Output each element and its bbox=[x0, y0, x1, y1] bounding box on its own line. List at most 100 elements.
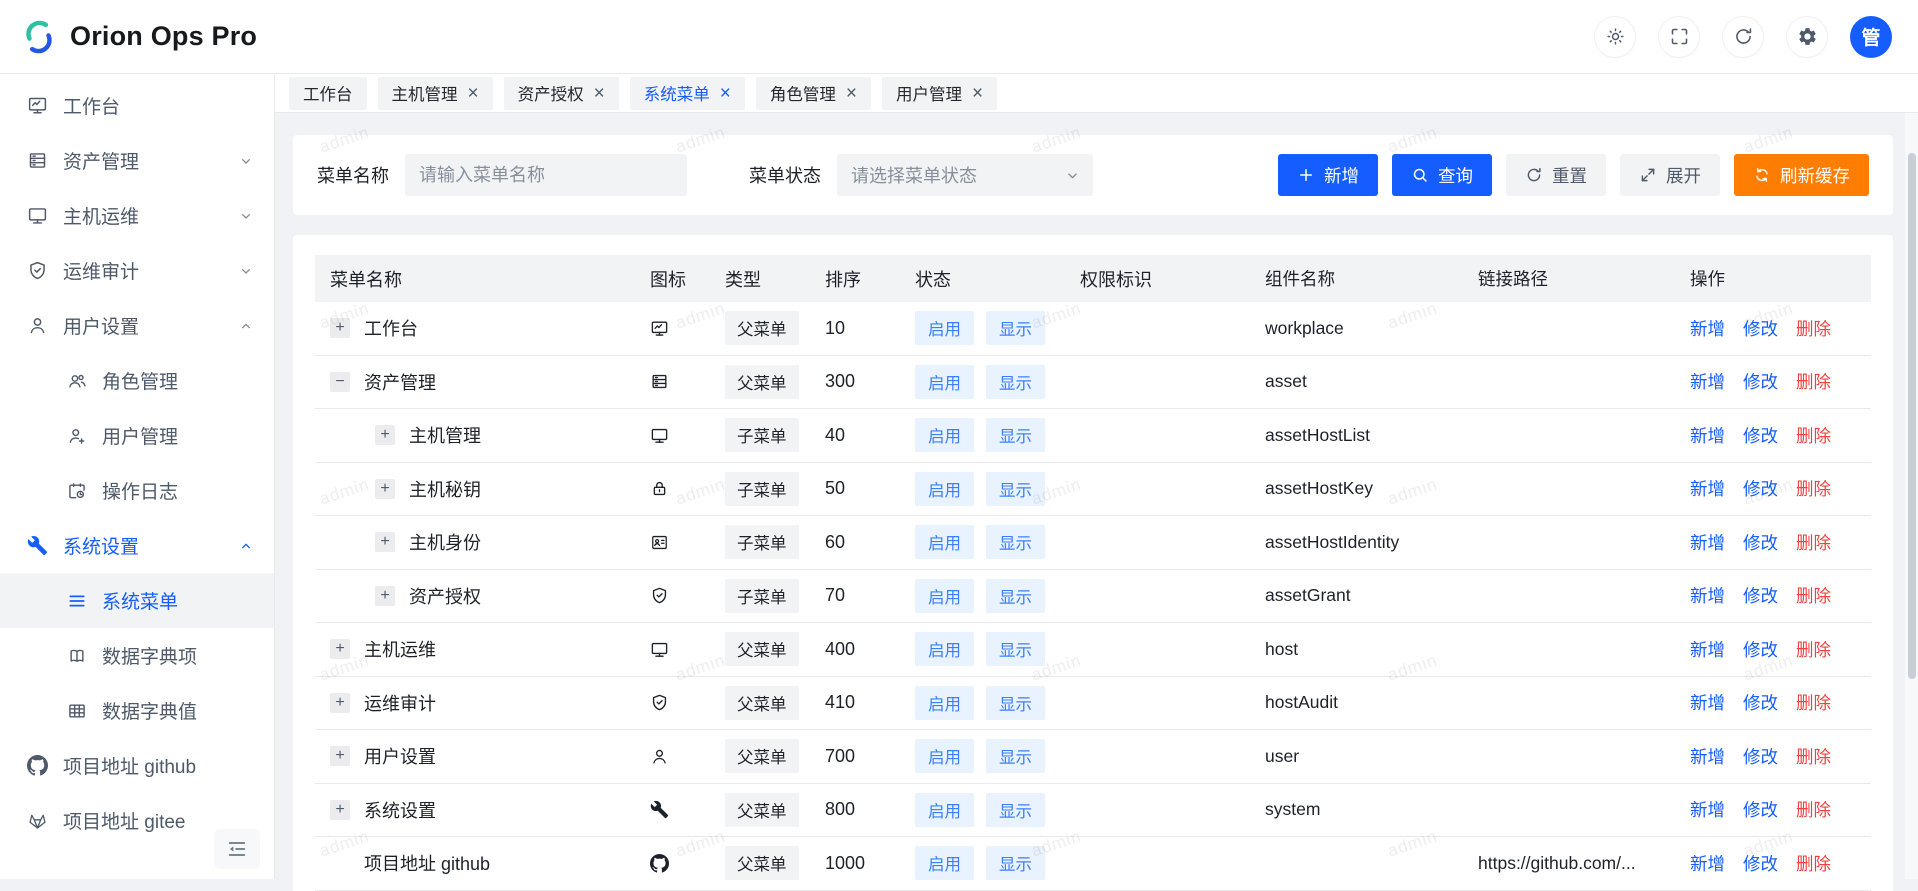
tab-close-icon[interactable]: × bbox=[594, 84, 605, 103]
tab-close-icon[interactable]: × bbox=[720, 84, 731, 103]
cell-operations: 新增修改删除 bbox=[1690, 316, 1871, 341]
op-edit-link[interactable]: 修改 bbox=[1743, 423, 1778, 448]
menu-name-text: 运维审计 bbox=[364, 690, 436, 716]
op-delete-link[interactable]: 删除 bbox=[1796, 637, 1831, 662]
search-button[interactable]: 查询 bbox=[1392, 154, 1492, 196]
op-edit-link[interactable]: 修改 bbox=[1743, 476, 1778, 501]
tab-用户管理[interactable]: 用户管理× bbox=[882, 77, 997, 110]
op-delete-link[interactable]: 删除 bbox=[1796, 690, 1831, 715]
tab-工作台[interactable]: 工作台 bbox=[289, 77, 367, 110]
expand-icon[interactable]: + bbox=[330, 693, 350, 713]
op-add-link[interactable]: 新增 bbox=[1690, 530, 1725, 555]
collapse-icon[interactable]: − bbox=[330, 372, 350, 392]
op-edit-link[interactable]: 修改 bbox=[1743, 369, 1778, 394]
expand-icon[interactable]: + bbox=[375, 479, 395, 499]
op-delete-link[interactable]: 删除 bbox=[1796, 316, 1831, 341]
op-delete-link[interactable]: 删除 bbox=[1796, 423, 1831, 448]
op-add-link[interactable]: 新增 bbox=[1690, 583, 1725, 608]
tab-主机管理[interactable]: 主机管理× bbox=[378, 77, 493, 110]
expand-icon[interactable]: + bbox=[330, 639, 350, 659]
theme-button[interactable] bbox=[1594, 16, 1636, 58]
status-enabled-tag: 启用 bbox=[915, 579, 974, 613]
op-edit-link[interactable]: 修改 bbox=[1743, 851, 1778, 876]
op-edit-link[interactable]: 修改 bbox=[1743, 530, 1778, 555]
refresh-button[interactable] bbox=[1722, 16, 1764, 58]
menu-status-select[interactable]: 请选择菜单状态 bbox=[837, 154, 1093, 196]
chevron-up-icon bbox=[238, 318, 254, 334]
expand-icon[interactable]: + bbox=[375, 532, 395, 552]
op-add-link[interactable]: 新增 bbox=[1690, 476, 1725, 501]
op-add-link[interactable]: 新增 bbox=[1690, 423, 1725, 448]
tab-角色管理[interactable]: 角色管理× bbox=[756, 77, 871, 110]
op-edit-link[interactable]: 修改 bbox=[1743, 744, 1778, 769]
op-edit-link[interactable]: 修改 bbox=[1743, 637, 1778, 662]
expand-icon[interactable]: + bbox=[330, 746, 350, 766]
tab-系统菜单[interactable]: 系统菜单× bbox=[630, 77, 745, 110]
menu-name-input[interactable] bbox=[405, 154, 687, 196]
expand-icon[interactable]: + bbox=[330, 800, 350, 820]
sidebar-item-shield[interactable]: 运维审计 bbox=[0, 243, 274, 298]
op-delete-link[interactable]: 删除 bbox=[1796, 369, 1831, 394]
button-label: 查询 bbox=[1438, 163, 1473, 188]
cell-operations: 新增修改删除 bbox=[1690, 530, 1871, 555]
op-add-link[interactable]: 新增 bbox=[1690, 316, 1725, 341]
tab-close-icon[interactable]: × bbox=[468, 84, 479, 103]
op-add-link[interactable]: 新增 bbox=[1690, 744, 1725, 769]
cell-menu-icon bbox=[650, 854, 725, 873]
sidebar-item-asset[interactable]: 资产管理 bbox=[0, 133, 274, 188]
cell-menu-order: 1000 bbox=[825, 853, 915, 874]
menu-name-text: 主机身份 bbox=[409, 529, 481, 555]
settings-button[interactable] bbox=[1786, 16, 1828, 58]
sidebar-item-workbench[interactable]: 工作台 bbox=[0, 78, 274, 133]
cell-menu-order: 10 bbox=[825, 318, 915, 339]
op-delete-link[interactable]: 删除 bbox=[1796, 583, 1831, 608]
sidebar-item-user[interactable]: 用户设置 bbox=[0, 298, 274, 353]
expand-button[interactable]: 展开 bbox=[1620, 154, 1720, 196]
op-edit-link[interactable]: 修改 bbox=[1743, 583, 1778, 608]
op-edit-link[interactable]: 修改 bbox=[1743, 690, 1778, 715]
tab-close-icon[interactable]: × bbox=[846, 84, 857, 103]
reset-button[interactable]: 重置 bbox=[1506, 154, 1606, 196]
op-add-link[interactable]: 新增 bbox=[1690, 637, 1725, 662]
cell-menu-order: 800 bbox=[825, 799, 915, 820]
op-delete-link[interactable]: 删除 bbox=[1796, 797, 1831, 822]
sidebar-item-book[interactable]: 数据字典项 bbox=[0, 628, 274, 683]
cell-operations: 新增修改删除 bbox=[1690, 797, 1871, 822]
expand-icon[interactable]: + bbox=[330, 318, 350, 338]
op-delete-link[interactable]: 删除 bbox=[1796, 851, 1831, 876]
plus-button[interactable]: 新增 bbox=[1278, 154, 1378, 196]
cell-operations: 新增修改删除 bbox=[1690, 423, 1871, 448]
sidebar-item-user-add[interactable]: 用户管理 bbox=[0, 408, 274, 463]
expand-icon[interactable]: + bbox=[375, 586, 395, 606]
fullscreen-button[interactable] bbox=[1658, 16, 1700, 58]
sidebar-item-log[interactable]: 操作日志 bbox=[0, 463, 274, 518]
sidebar-collapse-button[interactable] bbox=[214, 829, 260, 869]
expand-icon[interactable]: + bbox=[375, 425, 395, 445]
cell-operations: 新增修改删除 bbox=[1690, 476, 1871, 501]
cell-menu-icon bbox=[650, 479, 725, 498]
op-edit-link[interactable]: 修改 bbox=[1743, 316, 1778, 341]
op-add-link[interactable]: 新增 bbox=[1690, 797, 1725, 822]
sidebar-item-user-group[interactable]: 角色管理 bbox=[0, 353, 274, 408]
op-edit-link[interactable]: 修改 bbox=[1743, 797, 1778, 822]
op-delete-link[interactable]: 删除 bbox=[1796, 476, 1831, 501]
user-avatar[interactable]: 管 bbox=[1850, 16, 1892, 58]
op-delete-link[interactable]: 删除 bbox=[1796, 744, 1831, 769]
op-add-link[interactable]: 新增 bbox=[1690, 851, 1725, 876]
sidebar-item-grid[interactable]: 数据字典值 bbox=[0, 683, 274, 738]
sidebar-item-host[interactable]: 主机运维 bbox=[0, 188, 274, 243]
tab-close-icon[interactable]: × bbox=[972, 84, 983, 103]
scrollbar-thumb[interactable] bbox=[1908, 153, 1916, 679]
sync-button[interactable]: 刷新缓存 bbox=[1734, 154, 1869, 196]
tab-label: 资产授权 bbox=[518, 81, 584, 105]
component-name-value: assetHostList bbox=[1265, 425, 1370, 445]
op-add-link[interactable]: 新增 bbox=[1690, 369, 1725, 394]
sidebar-item-github[interactable]: 项目地址 github bbox=[0, 738, 274, 793]
op-add-link[interactable]: 新增 bbox=[1690, 690, 1725, 715]
op-delete-link[interactable]: 删除 bbox=[1796, 530, 1831, 555]
tab-资产授权[interactable]: 资产授权 × bbox=[504, 77, 619, 110]
sidebar-item-menu[interactable]: 系统菜单 bbox=[0, 573, 274, 628]
sidebar-item-wrench[interactable]: 系统设置 bbox=[0, 518, 274, 573]
column-header-label: 排序 bbox=[825, 270, 861, 290]
chevron-down-icon bbox=[238, 263, 254, 279]
